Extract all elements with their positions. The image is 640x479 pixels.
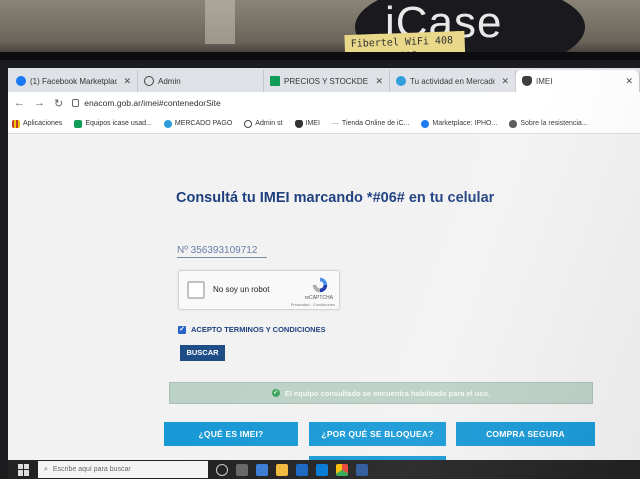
what-is-imei-button[interactable]: ¿QUÉ ES IMEI?: [164, 422, 298, 446]
bookmark-sobre-la-resistencia[interactable]: Sobre la resistencia...: [509, 119, 588, 128]
sheets-icon: [74, 119, 83, 128]
mercadopago-icon: [396, 76, 406, 86]
facebook-icon: [16, 76, 26, 86]
tab-precios-stock[interactable]: PRECIOS Y STOCKDE EQUIPO ✕: [264, 70, 390, 92]
imei-input[interactable]: Nº 356393109712: [177, 245, 267, 258]
recaptcha-checkbox[interactable]: [187, 281, 205, 299]
recaptcha-logo-icon: [312, 277, 328, 293]
recaptcha-widget: No soy un robot reCAPTCHA Privacidad - C…: [178, 270, 340, 310]
reload-icon[interactable]: ↻: [54, 97, 63, 110]
close-tab-icon[interactable]: ✕: [123, 76, 131, 87]
chrome-icon[interactable]: [336, 463, 348, 476]
close-tab-icon[interactable]: ✕: [501, 76, 509, 87]
taskbar: ⌕ Escribe aquí para buscar: [8, 460, 640, 479]
bookmark-equipos-icase[interactable]: Equipos icase usad...: [74, 119, 152, 128]
terms-checkbox-row[interactable]: ✓ ACEPTO TERMINOS Y CONDICIONES: [178, 325, 326, 334]
bookmark-marketplace[interactable]: Marketplace: IPHO...: [421, 119, 497, 128]
photo-background: iCase Fibertel WiFi 408 004307 1518: [0, 0, 640, 60]
address-bar: ← → ↻ enacom.gob.ar/imei#contenedorSite: [8, 92, 640, 114]
globe-icon: [244, 119, 253, 128]
imei-page: Consultá tu IMEI marcando *#06# en tu ce…: [8, 134, 640, 470]
tab-imei[interactable]: IMEI ✕: [516, 70, 640, 92]
bookmark-admin-st[interactable]: Admin st: [244, 119, 283, 128]
shelf-product: [205, 0, 235, 44]
check-circle-icon: ✓: [271, 389, 280, 397]
terms-label: ACEPTO TERMINOS Y CONDICIONES: [191, 325, 326, 334]
windows-start-icon[interactable]: [18, 463, 30, 476]
apple-icon: [509, 119, 518, 128]
search-icon: ⌕: [44, 465, 48, 473]
search-button[interactable]: BUSCAR: [180, 345, 225, 361]
sheets-icon: [270, 76, 280, 86]
store-icon[interactable]: [296, 463, 308, 476]
page-heading: Consultá tu IMEI marcando *#06# en tu ce…: [176, 190, 495, 206]
tab-mercado-pago[interactable]: Tu actividad en Mercado Pag ✕: [390, 70, 516, 92]
enacom-icon: [294, 119, 303, 128]
recaptcha-brand: reCAPTCHA: [304, 295, 333, 301]
tab-facebook-marketplace[interactable]: (1) Facebook Marketplace | Fa ✕: [10, 70, 138, 92]
dash-icon: —: [331, 120, 339, 127]
facebook-icon: [421, 119, 430, 128]
task-view-icon[interactable]: [236, 463, 248, 476]
forward-arrow-icon[interactable]: →: [34, 97, 45, 109]
folder-icon[interactable]: [276, 463, 288, 476]
why-blocked-button[interactable]: ¿POR QUÉ SE BLOQUEA?: [309, 422, 446, 446]
globe-icon: [144, 76, 154, 86]
lock-icon: [72, 99, 80, 107]
close-tab-icon[interactable]: ✕: [375, 76, 383, 87]
apps-grid-icon: [12, 119, 20, 128]
bookmarks-bar: Aplicaciones Equipos icase usad... MERCA…: [8, 114, 640, 134]
tab-admin[interactable]: Admin: [138, 70, 264, 92]
status-message: ✓ El equipo consultado se encuentra habi…: [169, 382, 593, 404]
cortana-icon[interactable]: [216, 463, 228, 476]
url-field[interactable]: enacom.gob.ar/imei#contenedorSite: [72, 98, 221, 108]
mail-icon[interactable]: [316, 463, 328, 476]
safe-purchase-button[interactable]: COMPRA SEGURA: [456, 422, 595, 446]
word-icon[interactable]: [356, 463, 368, 476]
close-tab-icon[interactable]: ✕: [625, 76, 633, 87]
mercadopago-icon: [163, 119, 172, 128]
recaptcha-links[interactable]: Privacidad - Condiciones: [291, 302, 335, 307]
back-arrow-icon[interactable]: ←: [14, 97, 25, 109]
bookmark-aplicaciones[interactable]: Aplicaciones: [12, 119, 62, 128]
monitor-screen: (1) Facebook Marketplace | Fa ✕ Admin PR…: [8, 68, 640, 479]
edge-icon[interactable]: [256, 463, 268, 476]
bookmark-mercado-pago[interactable]: MERCADO PAGO: [163, 119, 232, 128]
recaptcha-label: No soy un robot: [213, 285, 270, 294]
bookmark-imei[interactable]: IMEI: [294, 119, 320, 128]
checkmark-icon[interactable]: ✓: [178, 325, 186, 334]
taskbar-search[interactable]: ⌕ Escribe aquí para buscar: [38, 461, 208, 478]
tab-bar: (1) Facebook Marketplace | Fa ✕ Admin PR…: [8, 68, 640, 92]
enacom-icon: [522, 76, 532, 86]
bookmark-tienda-online[interactable]: — Tienda Online de iC...: [332, 120, 409, 127]
